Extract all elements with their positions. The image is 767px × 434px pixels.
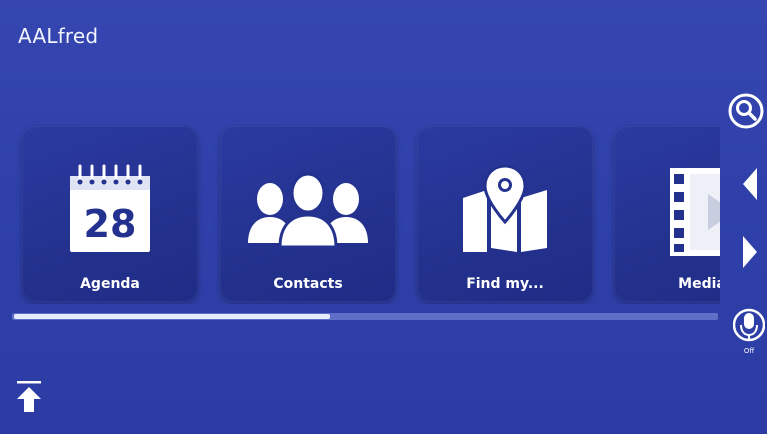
scroll-to-top-button[interactable] [15,380,43,414]
search-button[interactable] [728,93,764,129]
tile-media-label: Media [678,276,720,292]
film-strip-icon [614,160,720,260]
calendar-day: 28 [84,202,137,246]
horizontal-scrollbar-thumb[interactable] [14,314,330,319]
microphone-toggle-button[interactable]: Off [732,307,766,357]
map-pin-icon [417,160,593,260]
previous-page-button[interactable] [739,166,761,202]
calendar-icon: 28 [22,160,198,260]
tile-agenda[interactable]: 28 Agenda [22,126,198,302]
app-root: AALfred 28 Agenda Contacts Find my... Me… [0,0,767,434]
tile-find-my[interactable]: Find my... [417,126,593,302]
microphone-icon [732,308,766,342]
search-icon [728,93,764,129]
tile-media[interactable]: Media [614,126,720,302]
people-icon [220,160,396,260]
tile-contacts-label: Contacts [273,276,343,292]
microphone-state-label: Off [743,347,755,355]
app-title: AALfred [18,24,99,48]
tile-strip: 28 Agenda Contacts Find my... Medi [0,124,720,304]
chevron-left-icon [743,168,757,200]
arrow-up-to-top-icon [17,381,41,412]
tile-find-my-label: Find my... [466,276,544,292]
chevron-right-icon [743,236,757,268]
tile-contacts[interactable]: Contacts [220,126,396,302]
next-page-button[interactable] [739,234,761,270]
tile-agenda-label: Agenda [80,276,140,292]
